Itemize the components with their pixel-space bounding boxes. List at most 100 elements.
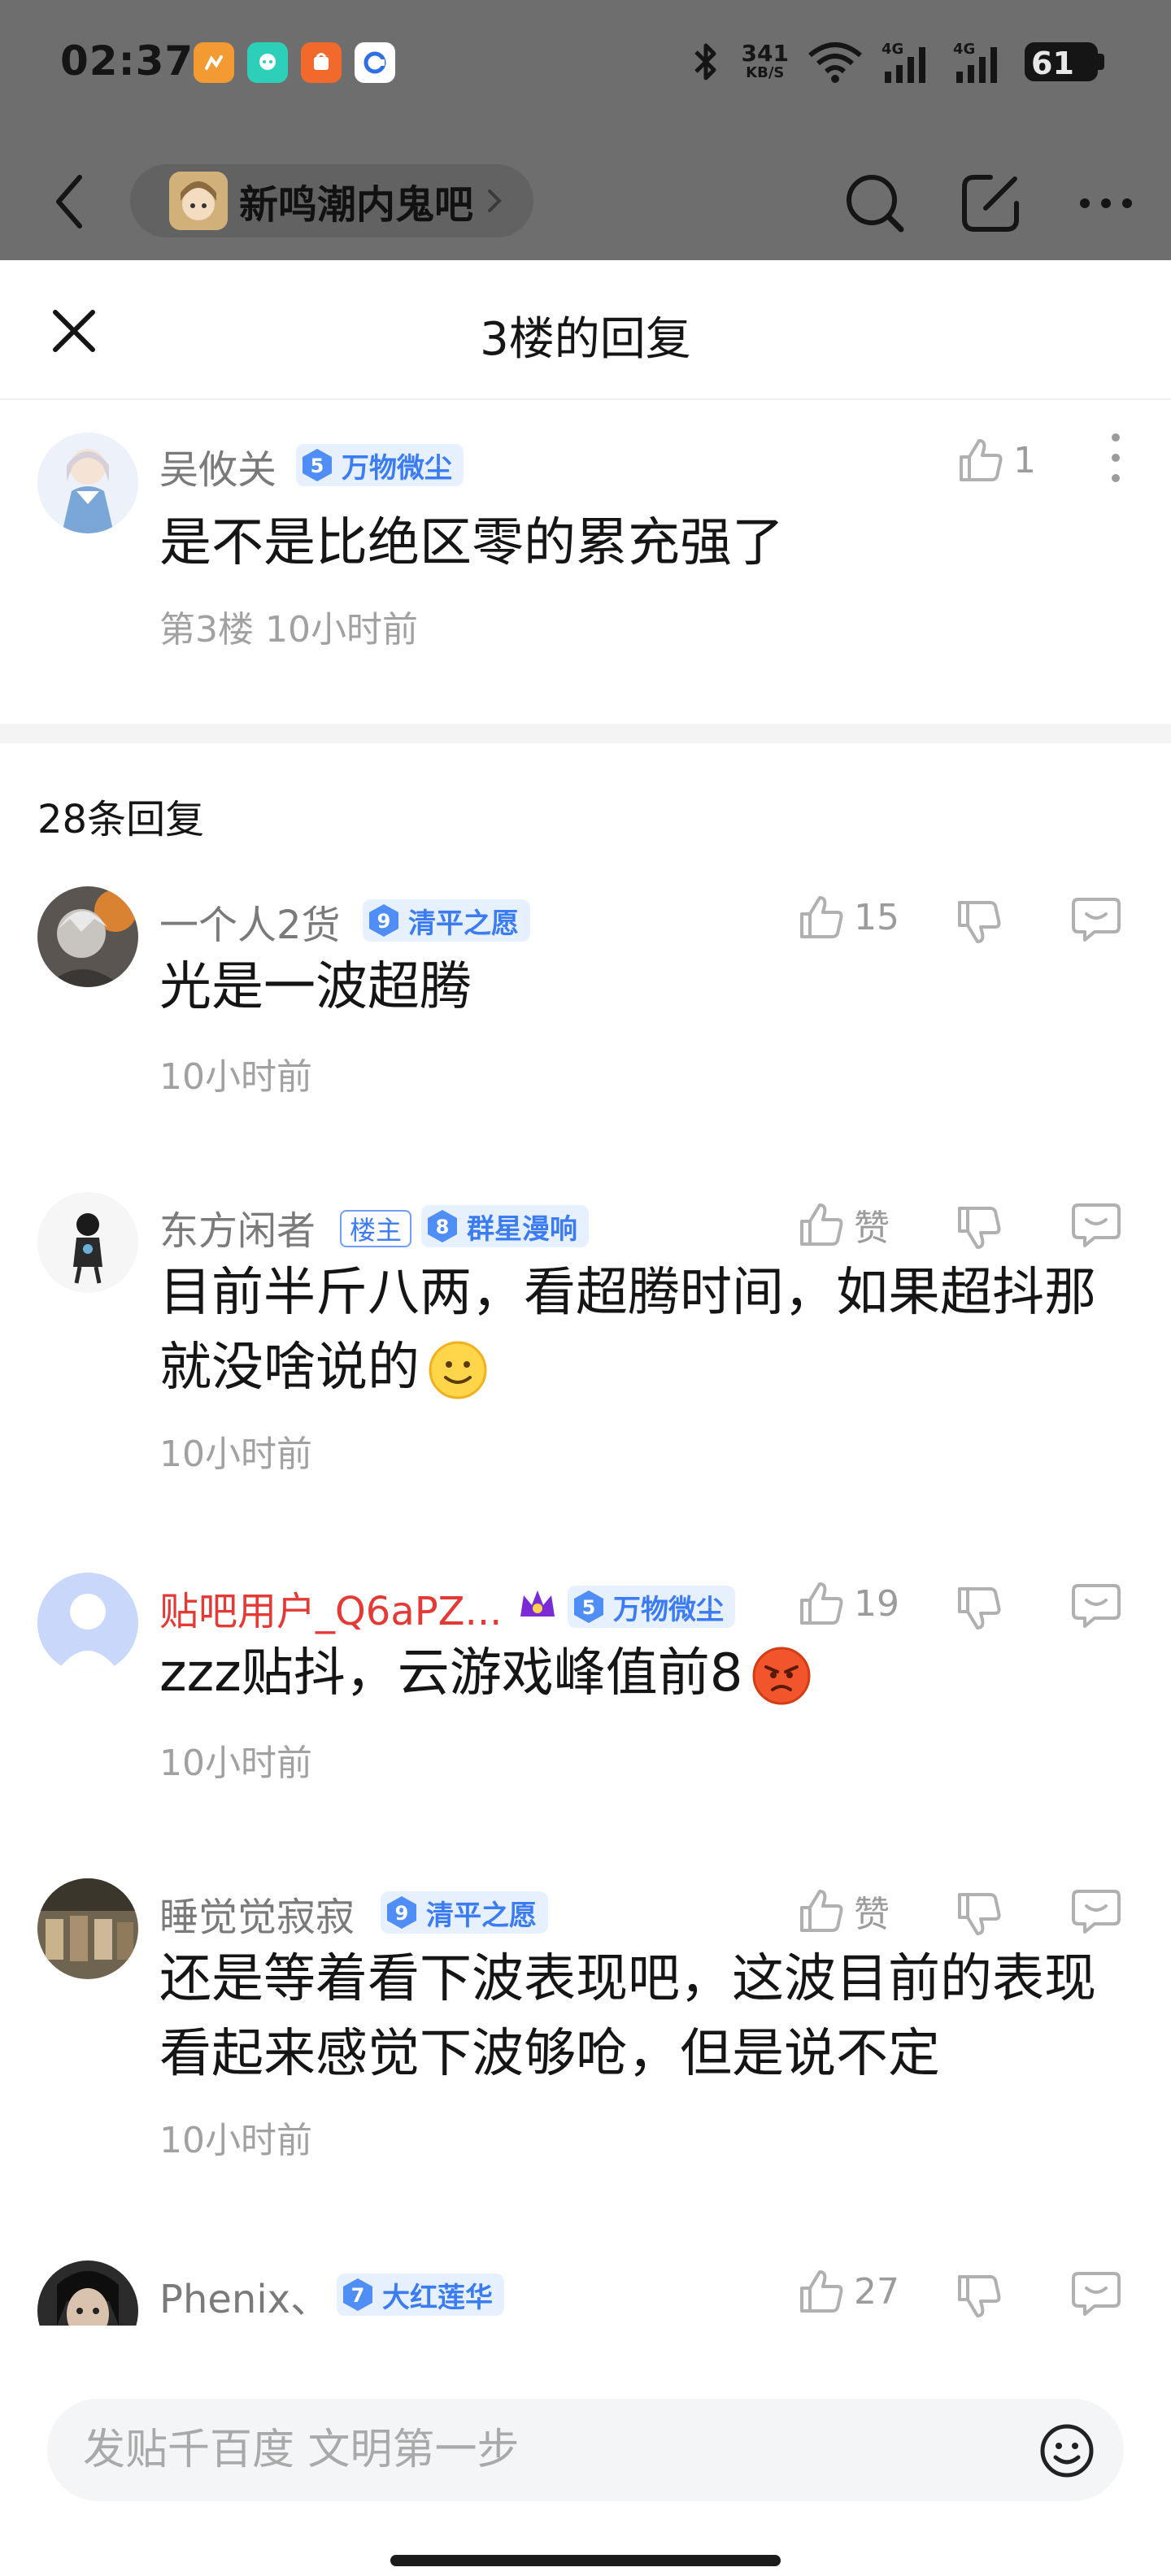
notification-icons [194,42,395,83]
thumbs-down-icon[interactable] [955,2272,1003,2321]
comment-text: 是不是比绝区零的累充强了 [159,513,784,573]
message-app-icon [247,42,288,83]
status-bar: 02:37 341 KB/S 4G 4G 61 [0,0,1171,130]
username[interactable]: 东方闲者 [159,1199,316,1255]
battery-level: 61 [1031,46,1074,81]
smile-emoji-icon [429,1341,487,1399]
emoji-picker-icon[interactable] [1038,2422,1096,2480]
reply-count: 28条回复 [37,797,205,842]
browser-app-icon [355,42,395,83]
level-title: 万物微尘 [342,451,452,485]
level-title: 万物微尘 [613,1593,724,1626]
shopping-app-icon [301,42,342,83]
svg-text:4G: 4G [882,41,903,58]
like-button[interactable]: 赞 [797,1885,890,1937]
avatar[interactable] [37,1878,138,1979]
username[interactable]: 睡觉觉寂寂 [159,1885,355,1942]
reply-input-container [47,2399,1124,2501]
thumbs-down-icon[interactable] [955,1890,1003,1939]
battery-icon: 61 [1025,42,1104,81]
level-badge: 9 清平之愿 [363,899,530,942]
comment-icon[interactable] [1070,2269,1122,2317]
comment-icon[interactable] [1070,1886,1122,1935]
avatar[interactable] [37,433,138,533]
thumbs-up-icon [800,1582,843,1625]
angry-emoji-icon [752,1647,810,1705]
reply-sheet: 3楼的回复 吴攸关 5 万物微尘 1 是不是比绝区零的累充强了 第3楼 10小时… [0,260,1171,2576]
reply-item: 东方闲者 楼主 8 群星漫响 赞 目前半斤八两，看超腾时间，如果超抖那就没啥说的… [0,1192,1171,1574]
more-icon[interactable] [1073,171,1138,236]
like-count: 27 [854,2270,899,2313]
network-speed: 341 KB/S [742,42,789,81]
username[interactable]: 贴吧用户_Q6aPZ... [159,1579,502,1636]
reply-text-content: zzz贴抖，云游戏峰值前8 [159,1643,743,1704]
thumbs-up-icon [800,896,843,938]
comment-icon[interactable] [1070,1200,1122,1249]
username[interactable]: Phenix、 [159,2267,329,2324]
status-time: 02:37 [60,37,194,85]
reply-text: 目前半斤八两，看超腾时间，如果超抖那就没啥说的 [159,1255,1127,1405]
nav-actions [842,171,1138,236]
back-arrow-icon[interactable] [46,169,94,234]
forum-link[interactable]: 新鸣潮内鬼吧 [130,164,534,237]
like-count: 15 [854,896,899,938]
reply-time: 10小时前 [159,1434,312,1475]
level-badge: 5 万物微尘 [296,444,464,486]
level-number: 8 [436,1216,450,1238]
network-speed-value: 341 [741,40,789,67]
level-badge: 8 群星漫响 [421,1205,589,1247]
home-indicator[interactable] [390,2555,781,2566]
like-count: 赞 [854,1894,890,1935]
like-count: 19 [854,1582,899,1625]
level-number: 5 [582,1596,596,1619]
reply-time: 10小时前 [159,1743,312,1784]
top-nav: 新鸣潮内鬼吧 [0,130,1171,260]
level-number: 9 [377,910,391,933]
avatar[interactable] [37,1192,138,1293]
system-icons: 341 KB/S 4G 4G 61 [688,39,1104,85]
thumbs-down-icon[interactable] [955,898,1003,946]
username[interactable]: 一个人2货 [159,893,341,950]
thumbs-up-icon [960,439,1003,481]
reply-text: 光是一波超腾 [159,957,472,1017]
comment-meta: 第3楼 10小时前 [159,609,418,651]
avatar[interactable] [37,886,138,987]
bluetooth-icon [694,43,716,80]
level-number: 9 [395,1902,409,1925]
reply-input-bar [0,2326,1171,2576]
forum-name: 新鸣潮内鬼吧 [239,182,474,228]
thumbs-down-icon[interactable] [955,1203,1003,1252]
like-button[interactable]: 19 [797,1579,899,1628]
edit-post-icon[interactable] [958,171,1023,236]
forum-avatar [169,172,228,230]
like-count: 1 [1013,439,1036,481]
network-speed-unit: KB/S [746,64,785,81]
thumbs-up-icon [800,2270,843,2313]
app-notification-icon [194,42,234,83]
svg-text:4G: 4G [953,41,975,58]
dimmed-background: 02:37 341 KB/S 4G 4G 61 新鸣潮内鬼吧 [0,0,1171,260]
reply-item: 睡觉觉寂寂 9 清平之愿 赞 还是等着看下波表现吧，这波目前的表现看起来感觉下波… [0,1878,1171,2252]
thumbs-up-icon [800,1203,843,1246]
thumbs-down-icon[interactable] [955,1584,1003,1633]
reply-time: 10小时前 [159,2120,312,2161]
level-badge: 9 清平之愿 [381,1891,548,1934]
comment-icon[interactable] [1070,894,1122,943]
like-button[interactable]: 赞 [797,1199,890,1251]
search-icon[interactable] [842,171,908,236]
level-badge: 5 万物微尘 [568,1586,735,1628]
like-button[interactable]: 27 [797,2267,899,2316]
like-button[interactable]: 1 [956,436,1036,485]
more-options-icon[interactable] [1108,429,1124,486]
thumbs-up-icon [800,1890,843,1932]
avatar[interactable] [37,1573,138,1673]
reply-input[interactable] [83,2399,977,2501]
level-title: 清平之愿 [408,907,519,940]
like-button[interactable]: 15 [797,893,899,942]
like-count: 赞 [854,1208,890,1249]
reply-text: zzz贴抖，云游戏峰值前8 [159,1636,812,1711]
comment-icon[interactable] [1070,1581,1122,1630]
username[interactable]: 吴攸关 [159,437,276,494]
reply-text: 还是等着看下波表现吧，这波目前的表现看起来感觉下波够呛，但是说不定 [159,1949,1096,2084]
level-title: 大红莲华 [382,2281,493,2314]
